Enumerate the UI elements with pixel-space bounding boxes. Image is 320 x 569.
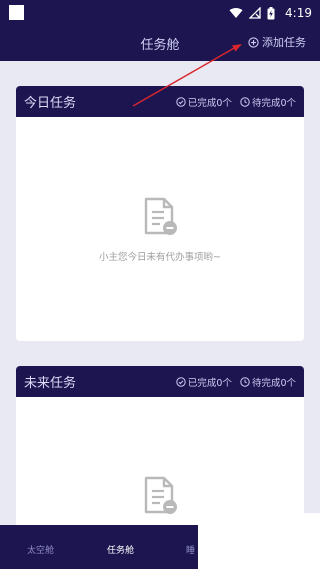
status-bar: 4:19 bbox=[0, 0, 320, 26]
future-done-stat: 已完成0个 bbox=[176, 375, 232, 389]
check-circle-icon bbox=[176, 96, 186, 107]
add-circle-icon bbox=[248, 36, 259, 48]
status-time: 4:19 bbox=[285, 6, 312, 20]
empty-document-icon bbox=[144, 476, 177, 514]
today-card-body: 小主您今日未有代办事项哟~ bbox=[16, 117, 304, 341]
clock-icon bbox=[240, 376, 250, 387]
today-card-header: 今日任务 已完成0个 待完成0个 bbox=[16, 86, 304, 117]
nav-item-task-capsule[interactable]: 任务舱 bbox=[107, 543, 134, 556]
add-task-button[interactable]: 添加任务 bbox=[248, 34, 306, 50]
future-pending-label: 待完成0个 bbox=[251, 377, 296, 389]
add-task-label: 添加任务 bbox=[262, 36, 306, 49]
clock-icon bbox=[240, 96, 250, 107]
today-done-label: 已完成0个 bbox=[187, 97, 232, 109]
today-task-card: 今日任务 已完成0个 待完成0个 小主您今日未有代办事项哟~ bbox=[16, 86, 304, 341]
future-card-stats: 已完成0个 待完成0个 bbox=[176, 375, 296, 389]
future-pending-stat: 待完成0个 bbox=[240, 375, 296, 389]
future-task-card: 未来任务 已完成0个 待完成0个 bbox=[16, 366, 304, 536]
future-card-title: 未来任务 bbox=[24, 376, 77, 391]
notification-icon bbox=[9, 5, 24, 20]
app-header: 任务舱 添加任务 bbox=[0, 26, 320, 61]
future-done-label: 已完成0个 bbox=[187, 377, 232, 389]
check-circle-icon bbox=[176, 376, 186, 387]
today-pending-stat: 待完成0个 bbox=[240, 95, 296, 109]
no-signal-icon bbox=[249, 7, 261, 19]
corner-overlay bbox=[198, 513, 320, 569]
future-card-header: 未来任务 已完成0个 待完成0个 bbox=[16, 366, 304, 397]
nav-item-space-capsule[interactable]: 太空舱 bbox=[27, 543, 54, 556]
status-icons: 4:19 bbox=[229, 4, 312, 22]
today-pending-label: 待完成0个 bbox=[251, 97, 296, 109]
empty-document-icon bbox=[144, 197, 177, 235]
today-card-title: 今日任务 bbox=[24, 96, 77, 111]
wifi-icon bbox=[229, 7, 243, 18]
today-empty-message: 小主您今日未有代办事项哟~ bbox=[99, 252, 221, 263]
today-card-stats: 已完成0个 待完成0个 bbox=[176, 95, 296, 109]
nav-item-sleep[interactable]: 睡 bbox=[186, 543, 195, 556]
battery-charging-icon bbox=[267, 6, 275, 19]
today-done-stat: 已完成0个 bbox=[176, 95, 232, 109]
